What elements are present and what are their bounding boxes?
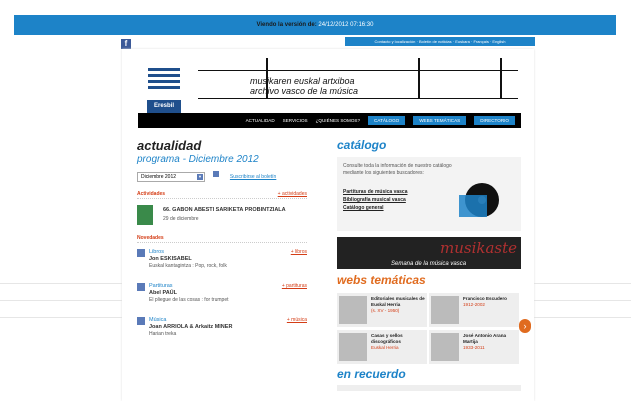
news-item[interactable]: Libros + libros Jon ESKISABEL Euskal kan…: [137, 249, 307, 277]
top-link-english[interactable]: English: [490, 39, 506, 44]
web-card-title: Editoriales musicales de Euskal Herria: [371, 296, 425, 307]
web-card-sub: 1912-2002: [463, 302, 485, 307]
nav-quienes-somos[interactable]: ¿QUIÉNES SOMOS?: [316, 118, 360, 123]
archive-label: Viendo la versión de:: [256, 22, 317, 28]
news-item[interactable]: Música + música Joan ARRIOLA & Arkaitz M…: [137, 317, 307, 345]
activity-title[interactable]: 66. GABON ABESTI SARIKETA PROBINTZIALA: [163, 207, 286, 213]
catalogo-intro: Consulte toda la información de nuestro …: [343, 163, 452, 176]
activity-thumbnail: [137, 205, 153, 225]
recuerdo-box: [337, 385, 521, 391]
news-category[interactable]: Música: [149, 317, 166, 323]
web-card[interactable]: Casas y sellos discográficos Euskal Herri…: [337, 330, 427, 364]
web-card-image: [339, 333, 367, 361]
news-item[interactable]: Partituras + partituras Abel PAÚL El pli…: [137, 283, 307, 311]
web-card-sub: (s. XV - 1950): [371, 308, 400, 313]
music-icon: [137, 317, 145, 325]
webs-grid: Editoriales musicales de Euskal Herria (s…: [337, 293, 531, 365]
catalogo-link-partituras[interactable]: Partituras de música vasca: [343, 189, 407, 195]
note-stem: [500, 58, 502, 98]
site-header: Eresbil musikaren euskal artxiboa archiv…: [138, 58, 521, 113]
musikaste-banner[interactable]: musikaste Semana de la música vasca: [337, 237, 521, 269]
catalogo-link-general[interactable]: Catálogo general: [343, 205, 384, 211]
news-title[interactable]: Jon ESKISABEL: [149, 256, 192, 262]
more-libros-link[interactable]: + libros: [291, 249, 307, 255]
main-nav: ACTUALIDAD SERVICIOS ¿QUIÉNES SOMOS? CAT…: [138, 113, 521, 128]
subscribe-icon[interactable]: [213, 170, 220, 177]
web-card-title: Casas y sellos discográficos: [371, 333, 403, 344]
archive-date: 24/12/2012 07:16:30: [318, 22, 374, 28]
nav-servicios[interactable]: SERVICIOS: [283, 118, 308, 123]
catalogo-link-bibliografia[interactable]: Bibliografía musical vasca: [343, 197, 406, 203]
news-title: Novedades: [137, 235, 164, 241]
more-musica-link[interactable]: + música: [287, 317, 307, 323]
web-card[interactable]: Francisco Escudero 1912-2002: [429, 293, 519, 327]
web-card-title: José Antonio Arana Martija: [463, 333, 507, 344]
eresbil-logo[interactable]: Eresbil: [138, 62, 185, 113]
web-card-image: [431, 296, 459, 324]
web-card-sub: 1933-2011: [463, 345, 485, 350]
score-icon: [137, 283, 145, 291]
news-description: Harian treka: [149, 331, 177, 337]
top-link-euskara[interactable]: Euskara: [453, 39, 470, 44]
top-link-newsletter[interactable]: Boletín de noticias: [417, 39, 452, 44]
activities-heading: Actividades + actividades: [137, 191, 307, 199]
chevron-right-icon[interactable]: ›: [519, 319, 531, 333]
month-select[interactable]: Diciembre 2012 ▼: [137, 172, 205, 182]
news-heading: Novedades: [137, 235, 307, 243]
staff-line: [198, 70, 518, 71]
site-title-eu: musikaren euskal artxiboa: [250, 76, 355, 86]
recuerdo-title: en recuerdo: [337, 367, 406, 381]
nav-webs-tematicas[interactable]: WEBS TEMÁTICAS: [413, 116, 467, 125]
archive-version-bar: Viendo la versión de: 24/12/2012 07:16:3…: [14, 15, 616, 35]
webs-tematicas-title: webs temáticas: [337, 273, 426, 287]
chevron-down-icon: ▼: [197, 174, 203, 180]
news-category[interactable]: Libros: [149, 249, 164, 255]
actualidad-column: actualidad programa - Diciembre 2012 Dic…: [137, 138, 307, 345]
top-link-contact[interactable]: Contacto y localización: [374, 39, 415, 44]
web-card[interactable]: José Antonio Arana Martija 1933-2011: [429, 330, 519, 364]
nav-actualidad[interactable]: ACTUALIDAD: [246, 118, 275, 123]
top-links: Contacto y localización Boletín de notic…: [345, 37, 535, 46]
web-card-image: [431, 333, 459, 361]
logo-text: Eresbil: [147, 100, 181, 113]
news-title[interactable]: Abel PAÚL: [149, 290, 177, 296]
site-title-es: archivo vasco de la música: [250, 86, 359, 96]
web-card-image: [339, 296, 367, 324]
nav-directorio[interactable]: DIRECTORIO: [474, 116, 515, 125]
more-activities-link[interactable]: + actividades: [278, 191, 307, 197]
catalogo-title: catálogo: [337, 138, 387, 152]
web-card-sub: Euskal Herria: [371, 345, 399, 350]
right-column: catálogo Consulte toda la información de…: [337, 138, 531, 391]
musikaste-subtitle: Semana de la música vasca: [391, 261, 467, 267]
more-partituras-link[interactable]: + partituras: [282, 283, 307, 289]
musikaste-logo: musikaste: [439, 239, 517, 257]
news-description: El pliegue de las cosas : for trumpet: [149, 297, 229, 303]
staff-line: [198, 98, 518, 99]
nav-catalogo[interactable]: CATÁLOGO: [368, 116, 406, 125]
activity-item[interactable]: 66. GABON ABESTI SARIKETA PROBINTZIALA 2…: [137, 205, 307, 227]
cd-case-image: [459, 195, 487, 217]
site-title: musikaren euskal artxiboa archivo vasco …: [250, 76, 358, 96]
actualidad-title: actualidad: [137, 138, 202, 153]
note-stem: [418, 58, 420, 98]
book-icon: [137, 249, 145, 257]
news-title[interactable]: Joan ARRIOLA & Arkaitz MINER: [149, 324, 232, 330]
subscribe-link[interactable]: Suscribirse al boletín: [230, 174, 276, 180]
facebook-icon[interactable]: f: [121, 39, 131, 49]
catalogo-box: Consulte toda la información de nuestro …: [337, 157, 521, 231]
news-category[interactable]: Partituras: [149, 283, 173, 289]
news-description: Euskal kantagintza : Pop, rock, folk: [149, 263, 227, 269]
activities-title: Actividades: [137, 191, 166, 197]
activity-date: 29 de diciembre: [163, 216, 199, 222]
main-page: Eresbil musikaren euskal artxiboa archiv…: [122, 49, 534, 401]
programa-subtitle: programa - Diciembre 2012: [137, 154, 259, 165]
top-link-francais[interactable]: Français: [471, 39, 489, 44]
web-card[interactable]: Editoriales musicales de Euskal Herria (s…: [337, 293, 427, 327]
month-select-value: Diciembre 2012: [141, 174, 177, 180]
